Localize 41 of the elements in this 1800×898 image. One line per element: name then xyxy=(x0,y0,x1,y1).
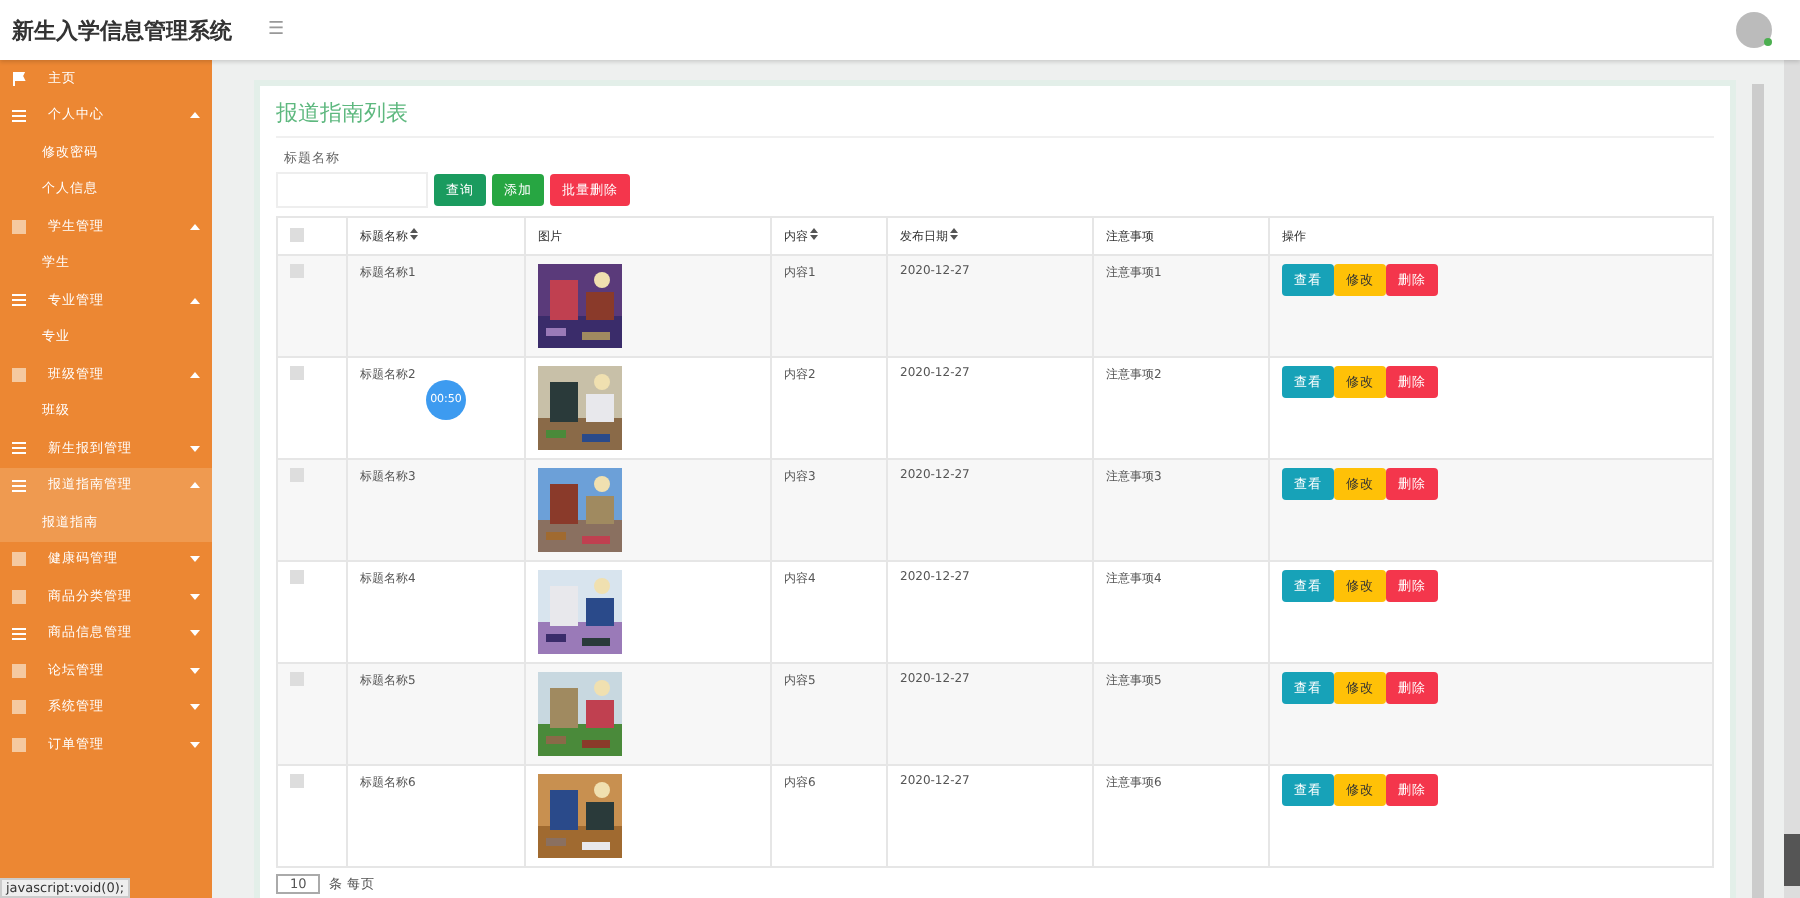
chevron-icon xyxy=(190,741,200,748)
sort-icon[interactable] xyxy=(810,227,818,239)
checkbox[interactable] xyxy=(290,672,304,686)
menu-icon xyxy=(12,109,26,122)
chevron-icon xyxy=(190,445,200,452)
square-icon xyxy=(12,219,26,234)
sort-icon[interactable] xyxy=(410,227,418,239)
sort-icon[interactable] xyxy=(950,227,958,239)
chevron-icon xyxy=(190,482,200,489)
checkbox[interactable] xyxy=(290,264,304,278)
checkbox[interactable] xyxy=(290,774,304,788)
panel-title: 报道指南列表 xyxy=(276,98,1714,138)
chevron-icon xyxy=(190,667,200,674)
avatar[interactable] xyxy=(1736,12,1772,48)
chevron-icon xyxy=(190,223,200,230)
square-icon xyxy=(12,737,26,752)
checkbox[interactable] xyxy=(290,468,304,482)
menu-toggle[interactable]: ☰ xyxy=(268,20,285,40)
checkbox[interactable] xyxy=(290,227,304,241)
chevron-icon xyxy=(190,704,200,711)
app-title: 新生入学信息管理系统 xyxy=(12,15,232,45)
scrollbar[interactable] xyxy=(1752,84,1764,898)
chevron-icon xyxy=(190,112,200,119)
chevron-icon xyxy=(190,371,200,378)
square-icon xyxy=(12,700,26,715)
menu-icon xyxy=(12,479,26,492)
menu-icon xyxy=(12,627,26,640)
scrollbar-thumb[interactable] xyxy=(1784,834,1800,886)
square-icon xyxy=(12,663,26,678)
flag-icon xyxy=(12,71,26,86)
menu-icon xyxy=(12,442,26,455)
square-icon xyxy=(12,589,26,604)
checkbox[interactable] xyxy=(290,366,304,380)
chevron-icon xyxy=(190,593,200,600)
checkbox[interactable] xyxy=(290,570,304,584)
square-icon xyxy=(12,367,26,382)
chevron-icon xyxy=(190,630,200,637)
square-icon xyxy=(12,552,26,567)
chevron-icon xyxy=(190,297,200,304)
menu-icon xyxy=(12,294,26,307)
chevron-icon xyxy=(190,556,200,563)
